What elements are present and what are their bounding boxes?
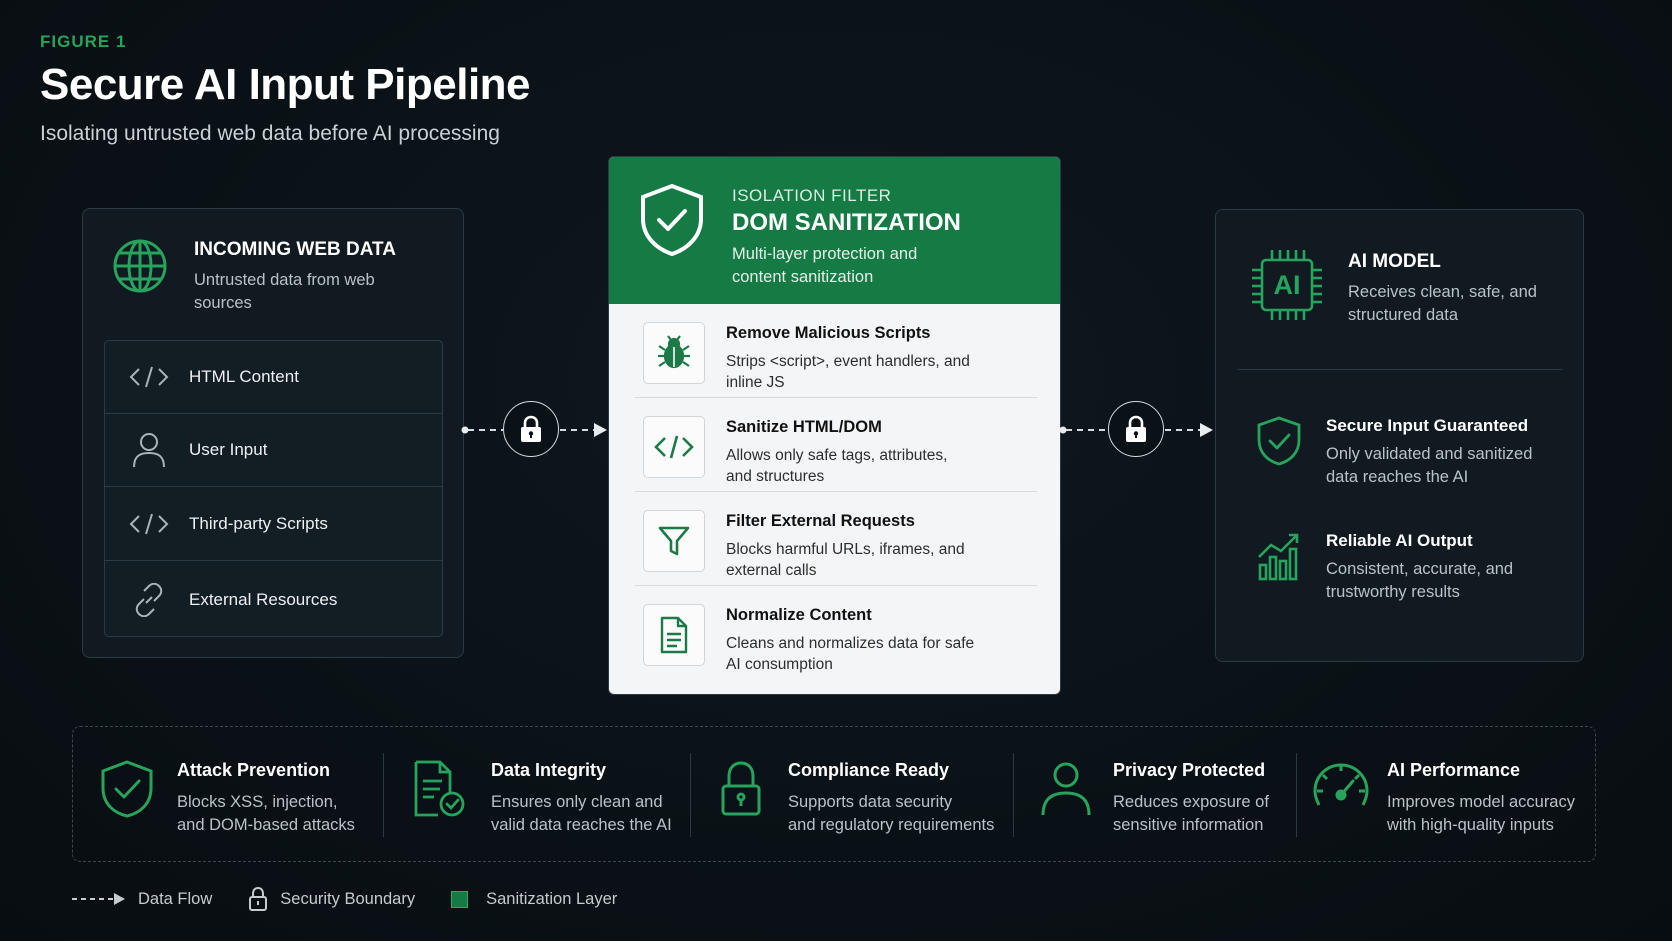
legend-label: Security Boundary: [280, 889, 416, 908]
incoming-title: INCOMING WEB DATA: [194, 239, 396, 260]
ai-model-title: AI MODEL: [1348, 251, 1441, 272]
ai-model-panel: AI AI MODEL Receives clean, safe, and st…: [1215, 209, 1584, 662]
ai-model-description: Receives clean, safe, and structured dat…: [1348, 283, 1537, 324]
benefit-title: AI Performance: [1387, 760, 1521, 780]
security-boundary-lock: [1108, 401, 1164, 457]
legend-item: Security Boundary: [248, 887, 415, 911]
benefit-item: Compliance Ready Supports data security a…: [691, 727, 1013, 863]
green-square-icon: [451, 890, 469, 908]
bug-icon: [643, 322, 705, 384]
legend-label: Sanitization Layer: [486, 889, 618, 908]
ai-benefit-item: Secure Input Guaranteed Only validated a…: [1216, 412, 1583, 502]
document-check-icon: [414, 760, 465, 817]
growth-chart-icon: [1258, 533, 1299, 581]
padlock-icon: [249, 887, 268, 911]
legend: Data Flow Security Boundary Sanitization…: [72, 885, 653, 913]
padlock-icon: [721, 761, 761, 816]
benefit-description: Improves model accuracy with high-quality…: [1387, 793, 1575, 834]
ai-chip-icon: AI: [1252, 250, 1322, 320]
sanitization-step: Remove Malicious Scripts Strips <script>…: [635, 304, 1037, 398]
step-title: Filter External Requests: [726, 512, 915, 530]
padlock-icon: [1126, 415, 1146, 442]
ai-benefit-item: Reliable AI Output Consistent, accurate,…: [1216, 527, 1583, 617]
sanitization-step: Filter External Requests Blocks harmful …: [635, 492, 1037, 586]
benefits-strip: Attack Prevention Blocks XSS, injection,…: [72, 726, 1596, 862]
step-description: Strips <script>, event handlers, and inl…: [726, 353, 970, 391]
filter-description: Multi-layer protection and content sanit…: [732, 245, 918, 286]
code-icon: [127, 512, 171, 536]
filter-title: DOM SANITIZATION: [732, 209, 961, 236]
sanitization-step: Normalize Content Cleans and normalizes …: [635, 586, 1037, 680]
list-item-label: External Resources: [189, 589, 338, 609]
shield-check-icon: [641, 183, 703, 257]
legend-label: Data Flow: [138, 889, 213, 908]
sanitization-header: ISOLATION FILTER DOM SANITIZATION Multi-…: [609, 157, 1060, 304]
step-description: Cleans and normalizes data for safe AI c…: [726, 635, 975, 673]
dom-sanitization-panel: ISOLATION FILTER DOM SANITIZATION Multi-…: [608, 156, 1061, 695]
list-item: Third-party Scripts: [105, 488, 442, 561]
step-title: Normalize Content: [726, 606, 872, 624]
list-item-label: Third-party Scripts: [189, 514, 328, 533]
dashed-arrow-icon: [72, 893, 125, 905]
incoming-data-list: HTML Content User Input Third-party Scri…: [104, 340, 443, 637]
sanitization-step: Sanitize HTML/DOM Allows only safe tags,…: [635, 398, 1037, 492]
legend-item: Sanitization Layer: [451, 890, 617, 909]
incoming-description: Untrusted data from web sources: [194, 271, 375, 312]
filter-kicker: ISOLATION FILTER: [732, 186, 892, 205]
code-icon: [643, 416, 705, 478]
benefit-description: Supports data security and regulatory req…: [788, 793, 995, 834]
security-boundary-lock: [503, 401, 559, 457]
ai-benefit-description: Only validated and sanitized data reache…: [1326, 445, 1533, 486]
funnel-icon: [643, 510, 705, 572]
shield-check-icon: [1257, 416, 1301, 466]
list-item: External Resources: [105, 563, 442, 636]
padlock-icon: [521, 415, 541, 442]
benefit-description: Ensures only clean and valid data reaches…: [491, 793, 672, 834]
benefit-title: Compliance Ready: [788, 760, 950, 780]
benefit-item: Attack Prevention Blocks XSS, injection,…: [73, 727, 383, 863]
incoming-web-data-panel: INCOMING WEB DATA Untrusted data from we…: [82, 208, 464, 658]
benefit-description: Reduces exposure of sensitive information: [1113, 793, 1269, 834]
list-item-label: HTML Content: [189, 367, 299, 386]
user-icon: [1041, 762, 1091, 816]
ai-benefit-description: Consistent, accurate, and trustworthy re…: [1326, 560, 1514, 601]
gauge-icon: [1313, 763, 1369, 806]
ai-chip-label: AI: [1274, 270, 1301, 300]
step-description: Allows only safe tags, attributes, and s…: [726, 447, 948, 485]
benefit-description: Blocks XSS, injection, and DOM-based atta…: [177, 793, 355, 834]
step-description: Blocks harmful URLs, iframes, and extern…: [726, 541, 965, 579]
list-item: HTML Content: [105, 341, 442, 414]
benefit-title: Privacy Protected: [1113, 760, 1266, 780]
code-icon: [127, 365, 171, 389]
page-subtitle: Isolating untrusted web data before AI p…: [40, 122, 500, 145]
list-item: User Input: [105, 414, 442, 487]
shield-check-icon: [101, 760, 153, 818]
divider: [1238, 369, 1562, 370]
benefit-title: Attack Prevention: [177, 760, 331, 780]
benefit-item: Data Integrity Ensures only clean and val…: [384, 727, 690, 863]
ai-benefit-title: Reliable AI Output: [1326, 531, 1473, 550]
page-title: Secure AI Input Pipeline: [40, 60, 531, 109]
figure-label: FIGURE 1: [40, 32, 127, 51]
globe-icon: [113, 239, 167, 293]
step-title: Sanitize HTML/DOM: [726, 418, 882, 436]
link-icon: [127, 582, 171, 617]
benefit-title: Data Integrity: [491, 760, 607, 780]
document-icon: [643, 604, 705, 666]
list-item-label: User Input: [189, 440, 268, 459]
benefit-item: Privacy Protected Reduces exposure of sen…: [1014, 727, 1296, 863]
legend-item: Data Flow: [72, 890, 212, 909]
step-title: Remove Malicious Scripts: [726, 324, 931, 342]
benefit-item: AI Performance Improves model accuracy wi…: [1297, 727, 1597, 863]
ai-benefit-title: Secure Input Guaranteed: [1326, 416, 1529, 435]
user-icon: [127, 432, 171, 468]
